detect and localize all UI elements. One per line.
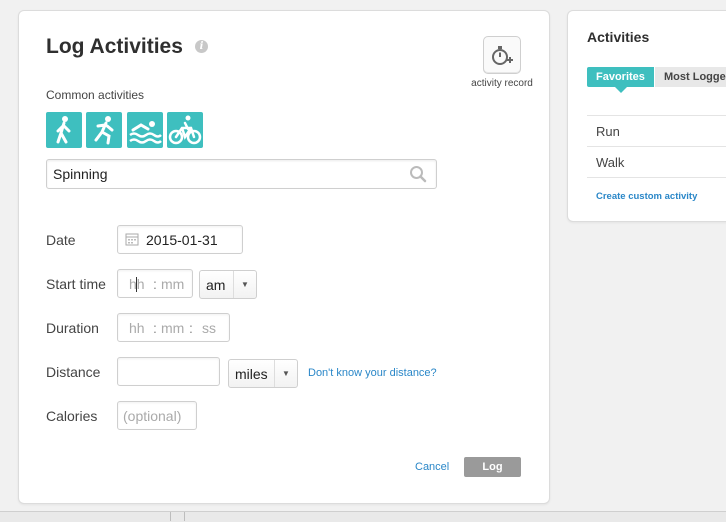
common-activities-label: Common activities <box>46 88 145 102</box>
ampm-value: am <box>206 277 226 293</box>
walking-icon <box>56 116 71 144</box>
log-activities-panel: Log Activities i activity record Common … <box>18 10 550 504</box>
ampm-select[interactable]: am ▼ <box>199 270 257 299</box>
activities-panel: Activities Favorites Most Logge Run Walk… <box>567 10 726 222</box>
duration-minute-placeholder[interactable]: mm <box>161 320 184 336</box>
duration-field[interactable]: hh : mm : ss <box>117 313 230 342</box>
distance-input[interactable] <box>117 357 220 386</box>
duration-second-placeholder[interactable]: ss <box>202 320 216 336</box>
date-label: Date <box>46 232 76 248</box>
activity-name: Run <box>596 124 620 139</box>
running-button[interactable] <box>86 112 122 148</box>
cycling-button[interactable] <box>167 112 203 148</box>
cycling-icon <box>168 115 202 145</box>
info-icon[interactable]: i <box>195 40 208 53</box>
duration-separator-2: : <box>189 320 193 336</box>
activities-title: Activities <box>587 29 650 45</box>
date-value: 2015-01-31 <box>146 232 218 248</box>
activity-search-input[interactable]: Spinning <box>46 159 437 189</box>
tab-most-logged[interactable]: Most Logge <box>655 67 726 87</box>
distance-unit-value: miles <box>235 366 268 382</box>
distance-label: Distance <box>46 364 101 380</box>
distance-unit-select[interactable]: miles ▼ <box>228 359 298 388</box>
scrollbar-segment <box>171 512 185 521</box>
duration-label: Duration <box>46 320 99 336</box>
list-item[interactable]: Run <box>587 115 726 146</box>
activity-record-button[interactable] <box>483 36 521 74</box>
page-title: Log Activities <box>46 35 183 58</box>
duration-separator-1: : <box>153 320 157 336</box>
calories-label: Calories <box>46 408 98 424</box>
swimming-button[interactable] <box>127 112 163 148</box>
walking-button[interactable] <box>46 112 82 148</box>
calories-placeholder: (optional) <box>123 408 182 424</box>
cancel-link[interactable]: Cancel <box>415 461 449 473</box>
list-item[interactable]: Walk <box>587 146 726 177</box>
text-cursor <box>136 277 137 292</box>
calories-input[interactable]: (optional) <box>117 401 197 430</box>
stopwatch-add-icon <box>492 46 513 65</box>
activity-record-label: activity record <box>471 78 533 89</box>
chevron-down-icon: ▼ <box>274 360 297 387</box>
search-icon[interactable] <box>409 165 427 183</box>
running-icon <box>94 116 114 145</box>
search-value: Spinning <box>53 166 108 182</box>
tab-favorites[interactable]: Favorites <box>587 67 654 93</box>
log-button[interactable]: Log <box>464 457 521 477</box>
start-time-label: Start time <box>46 276 106 292</box>
chevron-down-icon: ▼ <box>233 271 256 298</box>
duration-hour-placeholder[interactable]: hh <box>129 320 145 336</box>
divider <box>587 177 726 178</box>
activity-name: Walk <box>596 155 625 170</box>
calendar-icon <box>125 233 139 246</box>
date-field[interactable]: 2015-01-31 <box>117 225 243 254</box>
distance-help-link[interactable]: Don't know your distance? <box>308 367 437 379</box>
time-separator: : <box>153 276 157 292</box>
start-time-field[interactable]: hh : mm <box>117 269 193 298</box>
create-custom-activity-link[interactable]: Create custom activity <box>596 191 697 202</box>
start-minute-placeholder[interactable]: mm <box>161 276 184 292</box>
swimming-icon <box>129 121 162 144</box>
scrollbar-segment <box>0 512 171 521</box>
